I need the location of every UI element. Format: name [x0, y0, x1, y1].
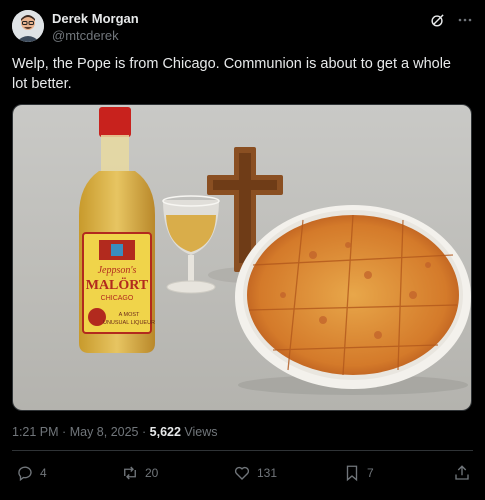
more-options-icon[interactable]	[457, 12, 473, 28]
repost-count: 20	[145, 466, 159, 480]
divider	[12, 450, 473, 451]
like-count: 131	[257, 466, 278, 480]
tweet-time[interactable]: 1:21 PM	[12, 425, 59, 439]
meta-separator: ·	[62, 425, 67, 439]
repost-button[interactable]: 20	[121, 464, 158, 482]
repost-icon	[121, 464, 139, 482]
bottle-label-product: MALÖRT	[86, 276, 149, 293]
bottle-label-brand: Jeppson's	[98, 265, 137, 276]
bookmark-button[interactable]: 7	[343, 464, 374, 482]
like-button[interactable]: 131	[233, 464, 277, 482]
grok-icon[interactable]	[429, 12, 445, 28]
views-count: 5,622	[149, 425, 181, 439]
share-icon	[453, 464, 471, 482]
author-name[interactable]: Derek Morgan	[52, 11, 139, 26]
bottle-label-tagline2: UNUSUAL LIQUEUR	[103, 320, 155, 326]
action-bar: 4 20 131 7	[14, 464, 471, 486]
tweet-meta: 1:21 PM · May 8, 2025 · 5,622 Views	[12, 425, 218, 439]
bookmark-icon	[343, 464, 361, 482]
bottle-label-tagline1: A MOST	[119, 312, 140, 318]
tweet-text: Welp, the Pope is from Chicago. Communio…	[12, 56, 451, 92]
reply-icon	[16, 464, 34, 482]
share-button[interactable]	[453, 464, 471, 482]
heart-icon	[233, 464, 251, 482]
views-label: Views	[184, 425, 218, 439]
tweet-date[interactable]: May 8, 2025	[70, 425, 139, 439]
avatar[interactable]	[12, 10, 44, 42]
bottle-label-city: CHICAGO	[101, 295, 134, 302]
meta-separator: ·	[141, 425, 147, 439]
bookmark-count: 7	[367, 466, 374, 480]
author-handle[interactable]: @mtcderek	[52, 28, 119, 43]
tweet-header: Derek Morgan @mtcderek	[12, 10, 473, 46]
reply-button[interactable]: 4	[16, 464, 47, 482]
tweet-image[interactable]: Jeppson's MALÖRT CHICAGO A MOST UNUSUAL …	[12, 104, 472, 411]
reply-count: 4	[40, 466, 47, 480]
